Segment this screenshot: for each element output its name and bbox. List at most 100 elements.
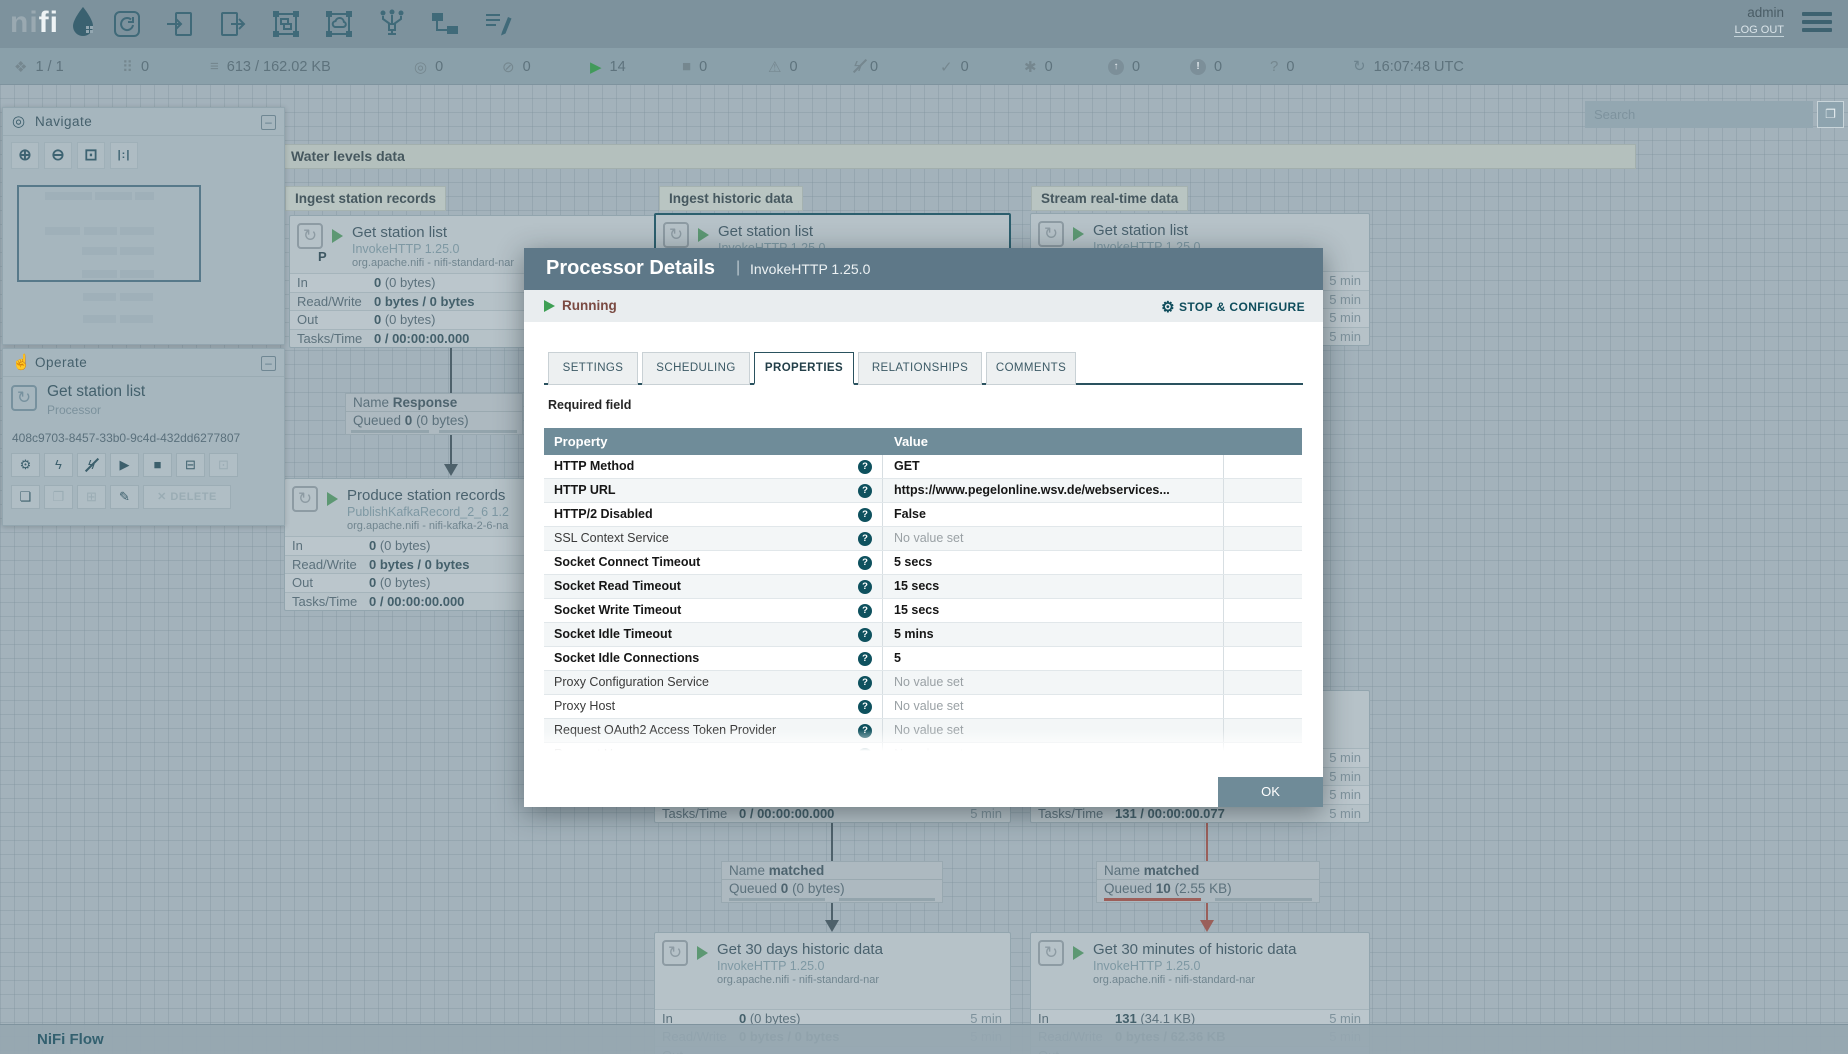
invalid-count: ⚠ 0 bbox=[768, 58, 854, 76]
minimap[interactable] bbox=[11, 178, 278, 338]
locally-modified-count: ✱ 0 bbox=[1024, 58, 1108, 76]
minimap-block bbox=[120, 227, 154, 235]
help-icon[interactable]: ? bbox=[858, 724, 872, 738]
stat-label: Out bbox=[297, 312, 318, 327]
help-icon[interactable]: ? bbox=[858, 484, 872, 498]
property-value-cell[interactable]: GET bbox=[883, 455, 1224, 478]
group-label[interactable]: Water levels data bbox=[284, 144, 1636, 169]
collapse-navigate-button[interactable]: – bbox=[261, 115, 276, 130]
remote-process-group-icon[interactable] bbox=[324, 9, 354, 39]
property-value-cell[interactable]: 5 bbox=[883, 647, 1224, 670]
property-value-cell[interactable]: False bbox=[883, 503, 1224, 526]
copy-button[interactable]: ❏ bbox=[11, 485, 40, 509]
processor-icon: ↻ bbox=[11, 385, 37, 411]
upload-template-button[interactable]: ⊡ bbox=[209, 453, 238, 477]
process-group-icon[interactable] bbox=[271, 9, 301, 39]
section-label-stream-real-time-data[interactable]: Stream real-time data bbox=[1031, 186, 1189, 211]
section-label-ingest-station-records[interactable]: Ingest station records bbox=[285, 186, 447, 211]
start-button[interactable]: ▶ bbox=[110, 453, 139, 477]
property-value-cell[interactable]: 5 mins bbox=[883, 623, 1224, 646]
property-name-cell: SSL Context Service? bbox=[544, 527, 883, 550]
selected-component-id: 408c9703-8457-33b0-9c4d-432dd6277807 bbox=[12, 431, 241, 445]
backpressure-object-bar bbox=[1103, 898, 1202, 901]
group-button[interactable]: ⊞ bbox=[77, 485, 106, 509]
create-template-button[interactable]: ⊟ bbox=[176, 453, 205, 477]
refresh-icon[interactable]: ↻ bbox=[1353, 58, 1366, 75]
output-port-icon[interactable] bbox=[218, 9, 248, 39]
global-menu-icon[interactable] bbox=[1802, 12, 1832, 36]
breadcrumb[interactable]: NiFi Flow bbox=[37, 1031, 104, 1048]
help-icon[interactable]: ? bbox=[858, 532, 872, 546]
zoom-out-button[interactable]: ⊖ bbox=[44, 142, 72, 169]
actual-size-button[interactable]: |:| bbox=[110, 142, 138, 169]
collapse-operate-button[interactable]: – bbox=[261, 356, 276, 371]
template-icon[interactable] bbox=[430, 9, 460, 39]
connection-queued: Queued 0 (0 bytes) bbox=[353, 413, 469, 428]
sync-failure-icon: ! bbox=[1190, 58, 1206, 75]
stat-label: Tasks/Time bbox=[297, 330, 363, 346]
property-value-cell[interactable]: 15 secs bbox=[883, 575, 1224, 598]
color-button[interactable]: ✎ bbox=[110, 485, 139, 509]
configuration-button[interactable]: ⚙ bbox=[11, 453, 40, 477]
not-transmitting-icon: ⊘ bbox=[502, 58, 515, 76]
paste-button[interactable]: ❐ bbox=[44, 485, 73, 509]
connection-label[interactable]: Name matched Queued 0 (0 bytes) bbox=[721, 861, 943, 903]
help-icon[interactable]: ? bbox=[858, 508, 872, 522]
logout-link[interactable]: LOG OUT bbox=[1734, 24, 1784, 37]
tab-properties[interactable]: PROPERTIES bbox=[754, 352, 854, 385]
help-icon[interactable]: ? bbox=[858, 652, 872, 666]
row-action-cell bbox=[1224, 527, 1302, 550]
delete-button[interactable]: ✕ DELETE bbox=[143, 485, 231, 509]
stop-and-configure-button[interactable]: ⚙ STOP & CONFIGURE bbox=[1161, 298, 1305, 316]
property-name-cell: Socket Connect Timeout? bbox=[544, 551, 883, 574]
help-icon[interactable]: ? bbox=[858, 628, 872, 642]
help-icon[interactable]: ? bbox=[858, 676, 872, 690]
connection-label[interactable]: Name Response Queued 0 (0 bytes) bbox=[345, 393, 523, 435]
zoom-fit-button[interactable]: ⊡ bbox=[77, 142, 105, 169]
property-value-cell[interactable]: No value set bbox=[883, 695, 1224, 718]
property-value-cell[interactable]: No value set bbox=[883, 527, 1224, 550]
disable-button[interactable]: ϟ bbox=[77, 453, 106, 477]
property-value-cell[interactable]: 15 secs bbox=[883, 599, 1224, 622]
help-icon[interactable]: ? bbox=[858, 604, 872, 618]
property-value-cell[interactable]: No value set bbox=[883, 719, 1224, 742]
connection-label[interactable]: Name matched Queued 10 (2.55 KB) bbox=[1096, 861, 1320, 903]
zoom-in-button[interactable]: ⊕ bbox=[11, 142, 39, 169]
label-icon[interactable] bbox=[483, 9, 513, 39]
tab-settings[interactable]: SETTINGS bbox=[548, 352, 638, 385]
help-icon[interactable]: ? bbox=[858, 460, 872, 474]
property-value-cell[interactable]: 5 secs bbox=[883, 551, 1224, 574]
property-name-cell: HTTP/2 Disabled? bbox=[544, 503, 883, 526]
status-count-value: 0 bbox=[1044, 58, 1053, 75]
search-settings-icon[interactable]: ❐ bbox=[1817, 101, 1844, 128]
processor-icon[interactable] bbox=[112, 9, 142, 39]
help-icon[interactable]: ? bbox=[858, 748, 872, 751]
section-label-ingest-historic-data[interactable]: Ingest historic data bbox=[659, 186, 803, 211]
status-count-value: 0 bbox=[522, 58, 531, 75]
help-icon[interactable]: ? bbox=[858, 580, 872, 594]
help-icon[interactable]: ? bbox=[858, 556, 872, 570]
processor-name: Get 30 minutes of historic data bbox=[1093, 941, 1297, 958]
help-icon[interactable]: ? bbox=[858, 700, 872, 714]
processor-name: Get 30 days historic data bbox=[717, 941, 883, 958]
ok-button[interactable]: OK bbox=[1218, 777, 1323, 807]
property-value-cell[interactable]: https://www.pegelonline.wsv.de/webservic… bbox=[883, 479, 1224, 502]
stat-window: 5 min bbox=[970, 805, 1002, 821]
tab-relationships[interactable]: RELATIONSHIPS bbox=[858, 352, 982, 385]
tab-comments[interactable]: COMMENTS bbox=[986, 352, 1076, 385]
minimap-block bbox=[82, 247, 117, 255]
tab-scheduling[interactable]: SCHEDULING bbox=[642, 352, 750, 385]
properties-table: Property Value HTTP Method? GET HTTP URL? h… bbox=[544, 428, 1302, 751]
threads-icon: ⠿ bbox=[122, 58, 133, 76]
search-input[interactable] bbox=[1585, 101, 1813, 128]
operate-panel: ☝ Operate – ↻ Get station list Processor… bbox=[2, 348, 285, 526]
stop-button[interactable]: ■ bbox=[143, 453, 172, 477]
property-value-cell[interactable]: No value set bbox=[883, 743, 1224, 751]
property-value-cell[interactable]: No value set bbox=[883, 671, 1224, 694]
stat-label: Read/Write bbox=[292, 556, 357, 572]
nifi-logo: nifi bbox=[10, 6, 96, 40]
funnel-icon[interactable] bbox=[377, 9, 407, 39]
input-port-icon[interactable] bbox=[165, 9, 195, 39]
disabled-icon: ϟ bbox=[854, 58, 862, 75]
enable-button[interactable]: ϟ bbox=[44, 453, 73, 477]
